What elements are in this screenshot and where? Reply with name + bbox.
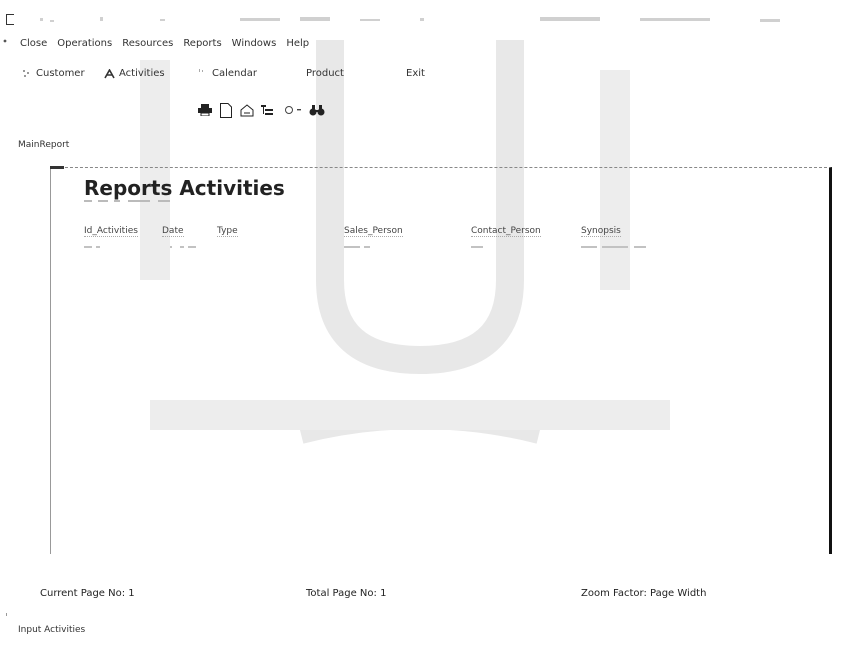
activities-icon bbox=[104, 68, 115, 78]
zoom-dropdown[interactable] bbox=[294, 101, 304, 119]
title-bar bbox=[0, 0, 860, 30]
title-noise bbox=[40, 17, 780, 22]
page-button[interactable] bbox=[217, 101, 235, 119]
col-header-synopsis: Synopsis bbox=[581, 226, 621, 237]
nav-customer[interactable]: Customer bbox=[22, 68, 85, 79]
col-header-date: Date bbox=[162, 226, 184, 237]
find-button[interactable] bbox=[308, 101, 326, 119]
nav-product[interactable]: Product bbox=[292, 68, 344, 79]
nav-customer-label: Customer bbox=[36, 68, 85, 79]
zoom-status: Zoom Factor: Page Width bbox=[581, 588, 707, 599]
footer-tick bbox=[6, 613, 7, 616]
report-subtitle-blur bbox=[84, 200, 170, 202]
tree-icon bbox=[261, 104, 273, 115]
print-button[interactable] bbox=[196, 101, 214, 119]
panel-tab-label[interactable]: MainReport bbox=[18, 140, 69, 150]
nav-product-label: Product bbox=[306, 68, 344, 79]
col-header-sales-person: Sales_Person bbox=[344, 226, 403, 237]
print-icon bbox=[198, 104, 212, 116]
menu-resources[interactable]: Resources bbox=[122, 38, 173, 49]
nav-exit[interactable]: Exit bbox=[392, 68, 425, 79]
nav-activities[interactable]: Activities bbox=[104, 68, 165, 79]
nav-bar: Customer Activities Calendar Product Exi… bbox=[22, 68, 482, 84]
menu-operations[interactable]: Operations bbox=[57, 38, 112, 49]
find-icon bbox=[309, 104, 325, 115]
exit-icon bbox=[392, 69, 402, 79]
tree-button[interactable] bbox=[258, 101, 276, 119]
table-row bbox=[84, 246, 646, 248]
nav-activities-label: Activities bbox=[119, 68, 165, 79]
menu-bar: Close Operations Resources Reports Windo… bbox=[3, 38, 309, 49]
col-header-type: Type bbox=[217, 226, 238, 237]
page-icon bbox=[220, 102, 232, 118]
customer-icon bbox=[23, 69, 29, 77]
export-icon bbox=[240, 103, 254, 116]
menu-reports[interactable]: Reports bbox=[183, 38, 221, 49]
nav-calendar-label: Calendar bbox=[212, 68, 257, 79]
nav-calendar[interactable]: Calendar bbox=[198, 68, 257, 79]
dropdown-arrow-icon bbox=[297, 109, 301, 111]
current-page-status: Current Page No: 1 bbox=[40, 588, 135, 599]
zoom-icon bbox=[285, 106, 293, 114]
col-header-contact-person: Contact_Person bbox=[471, 226, 541, 237]
export-button[interactable] bbox=[238, 101, 256, 119]
report-title: Reports Activities bbox=[84, 176, 285, 200]
menu-help[interactable]: Help bbox=[286, 38, 309, 49]
product-icon bbox=[292, 69, 302, 79]
nav-exit-label: Exit bbox=[406, 68, 425, 79]
menu-bullet-icon bbox=[3, 39, 7, 43]
report-preview[interactable]: Reports Activities Id_Activities Date Ty… bbox=[50, 166, 832, 554]
calendar-icon bbox=[199, 68, 203, 72]
window-icon bbox=[6, 14, 14, 25]
frame-corner bbox=[50, 166, 64, 169]
col-header-id: Id_Activities bbox=[84, 226, 138, 237]
total-page-status: Total Page No: 1 bbox=[306, 588, 387, 599]
footer-window-label: Input Activities bbox=[18, 625, 86, 635]
menu-close[interactable]: Close bbox=[20, 38, 47, 49]
menu-windows[interactable]: Windows bbox=[232, 38, 277, 49]
